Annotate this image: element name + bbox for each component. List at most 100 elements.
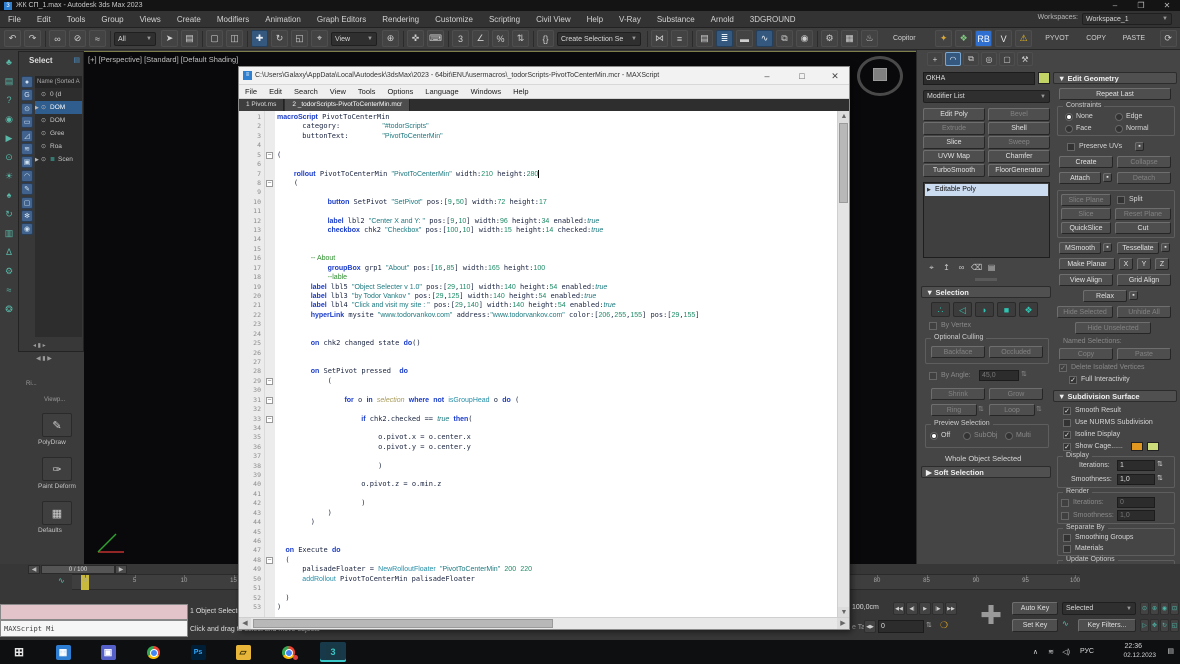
by-angle-checkbox[interactable] [929, 372, 937, 380]
schematic-view-icon[interactable]: ⧉ [776, 30, 793, 47]
camera-icon[interactable]: ◉ [1, 111, 17, 127]
menu-rendering[interactable]: Rendering [374, 11, 427, 28]
modifier-button-turbosmooth[interactable]: TurboSmooth [923, 164, 985, 177]
smoothness-spinner[interactable]: ⇅ [1157, 474, 1163, 482]
modifier-button-sweep[interactable]: Sweep [988, 136, 1050, 149]
menu-graph-editors[interactable]: Graph Editors [309, 11, 374, 28]
fold-marker-icon[interactable]: – [266, 378, 273, 385]
clock-time[interactable]: 22:36 [1124, 643, 1142, 650]
previous-frame-icon[interactable]: ◀| [906, 602, 918, 615]
msmooth-settings-button[interactable]: ▪ [1103, 243, 1112, 252]
preview-multi-radio[interactable] [1005, 432, 1013, 440]
containers-filter-icon[interactable]: ▢ [21, 197, 33, 209]
code-line[interactable]: rollout PivotToCenterMin "PivotToCenterM… [277, 170, 837, 179]
tessellate-settings-button[interactable]: ▪ [1161, 243, 1170, 252]
grow-button[interactable]: Grow [989, 388, 1043, 400]
code-line[interactable] [277, 452, 837, 461]
projector-icon[interactable]: ▶ [1, 130, 17, 146]
relink-bitmaps-icon[interactable]: RB [975, 30, 992, 47]
select-and-move-icon[interactable]: ✚ [251, 30, 268, 47]
iterations-spinner[interactable]: ⇅ [1157, 460, 1163, 468]
select-and-link-icon[interactable]: ∞ [49, 30, 66, 47]
chrome-icon[interactable] [140, 642, 166, 662]
code-line[interactable]: ( [277, 377, 837, 386]
menu-animation[interactable]: Animation [257, 11, 309, 28]
code-line[interactable]: addRollout PivotToCenterMin palisadeFloa… [277, 575, 837, 584]
quickslice-button[interactable]: QuickSlice [1061, 222, 1111, 234]
repeat-last-button[interactable]: Repeat Last [1059, 88, 1171, 100]
pyvot-button[interactable]: PYVOT [1045, 35, 1069, 42]
object-name-field[interactable]: ОКНА [923, 72, 1035, 85]
gear-icon[interactable]: ⚙ [1, 263, 17, 279]
code-line[interactable]: on Execute do [277, 546, 837, 555]
make-planar-button[interactable]: Make Planar [1059, 258, 1115, 270]
select-and-manipulate-icon[interactable]: ✜ [407, 30, 424, 47]
paste-button[interactable]: PASTE [1123, 35, 1145, 42]
cut-button[interactable]: Cut [1115, 222, 1171, 234]
materials-checkbox[interactable] [1063, 545, 1071, 553]
code-line[interactable]: -- About [277, 254, 837, 263]
by-angle-spinner[interactable]: ⇅ [1021, 370, 1027, 378]
planar-y-button[interactable]: Y [1137, 258, 1151, 270]
editor-menu-search[interactable]: Search [288, 87, 324, 96]
menu-file[interactable]: File [0, 11, 29, 28]
notes-icon[interactable]: ▤ [1, 73, 17, 89]
maxscript-code-area[interactable]: 1234567891011121314151617181920212223242… [239, 111, 849, 619]
code-line[interactable]: buttonText: "PivotToCenterMin" [277, 132, 837, 141]
preview-subobj-radio[interactable] [963, 432, 971, 440]
tessellate-button[interactable]: Tessellate [1117, 242, 1159, 254]
fold-marker-icon[interactable]: – [266, 416, 273, 423]
code-line[interactable]: --lable [277, 273, 837, 282]
clock-date[interactable]: 02.12.2023 [1123, 652, 1156, 659]
element-icon[interactable]: ❖ [1019, 302, 1038, 317]
select-by-name-icon[interactable]: ▤ [181, 30, 198, 47]
hide-selected-button[interactable]: Hide Selected [1057, 306, 1113, 318]
polygon-icon[interactable]: ■ [997, 302, 1016, 317]
modify-tab-icon[interactable]: ◠ [945, 52, 961, 66]
paint-deform-tile[interactable]: ✑ [42, 457, 72, 481]
vray-toolbar-icon[interactable]: V [995, 30, 1012, 47]
maximize-viewport-icon[interactable]: ◱ [1170, 619, 1179, 632]
tree-row-0-d[interactable]: ⊙0 (d [35, 88, 82, 101]
code-line[interactable] [277, 358, 837, 367]
modifier-button-edit-poly[interactable]: Edit Poly [923, 108, 985, 121]
code-line[interactable]: category: "#todorScripts" [277, 122, 837, 131]
editor-minimize-button[interactable]: – [755, 67, 779, 85]
menu-substance[interactable]: Substance [649, 11, 703, 28]
unhide-all-button[interactable]: Unhide All [1117, 306, 1171, 318]
tree-row-scen[interactable]: ▶⊙≣Scen [35, 153, 82, 166]
border-icon[interactable]: ◗ [975, 302, 994, 317]
time-slider-next-icon[interactable]: ▶ [115, 565, 127, 574]
visibility-eye-icon[interactable]: ⊙ [41, 117, 50, 124]
hide-unselected-button[interactable]: Hide Unselected [1075, 322, 1151, 334]
select-object-icon[interactable]: ➤ [161, 30, 178, 47]
code-line[interactable]: o.pivot.x = o.center.x [277, 433, 837, 442]
menu-help[interactable]: Help [579, 11, 611, 28]
view-align-button[interactable]: View Align [1059, 274, 1113, 286]
code-line[interactable] [277, 537, 837, 546]
3ds-max-icon[interactable]: 3 [320, 642, 346, 662]
modifier-button-chamfer[interactable]: Chamfer [988, 150, 1050, 163]
code-line[interactable]: on SetPivot pressed do [277, 367, 837, 376]
code-line[interactable]: label lbl5 "Object Selecter v 1.0" pos:[… [277, 283, 837, 292]
explorer-scroll-left-right[interactable]: ◂ ▮ ▸ [33, 342, 46, 349]
maxscript-mini-listener-macro[interactable] [0, 604, 188, 620]
render-iterations-checkbox[interactable] [1061, 499, 1069, 507]
file-explorer-icon[interactable]: ▱ [230, 642, 256, 662]
time-slider[interactable]: 0 / 100 [41, 565, 115, 574]
code-line[interactable]: for o in selection where not isGroupHead… [277, 396, 837, 405]
helpers-filter-icon[interactable]: ◿ [21, 130, 33, 142]
code-line[interactable]: o.pivot.y = o.center.y [277, 443, 837, 452]
plants-icon[interactable]: ♣ [1, 54, 17, 70]
utilities-tab-icon[interactable]: ⚒ [1017, 52, 1033, 66]
maximize-button[interactable]: ❐ [1128, 0, 1154, 11]
code-line[interactable]: ) [277, 603, 837, 612]
tray-expand-icon[interactable]: ∧ [1033, 648, 1038, 656]
planar-z-button[interactable]: Z [1155, 258, 1169, 270]
code-line[interactable] [277, 349, 837, 358]
occluded-button[interactable]: Occluded [989, 346, 1043, 358]
visibility-eye-icon[interactable]: ⊙ [41, 143, 50, 150]
relax-button[interactable]: Relax [1083, 290, 1127, 302]
menu-tools[interactable]: Tools [59, 11, 94, 28]
render-smoothness-checkbox[interactable] [1061, 512, 1069, 520]
